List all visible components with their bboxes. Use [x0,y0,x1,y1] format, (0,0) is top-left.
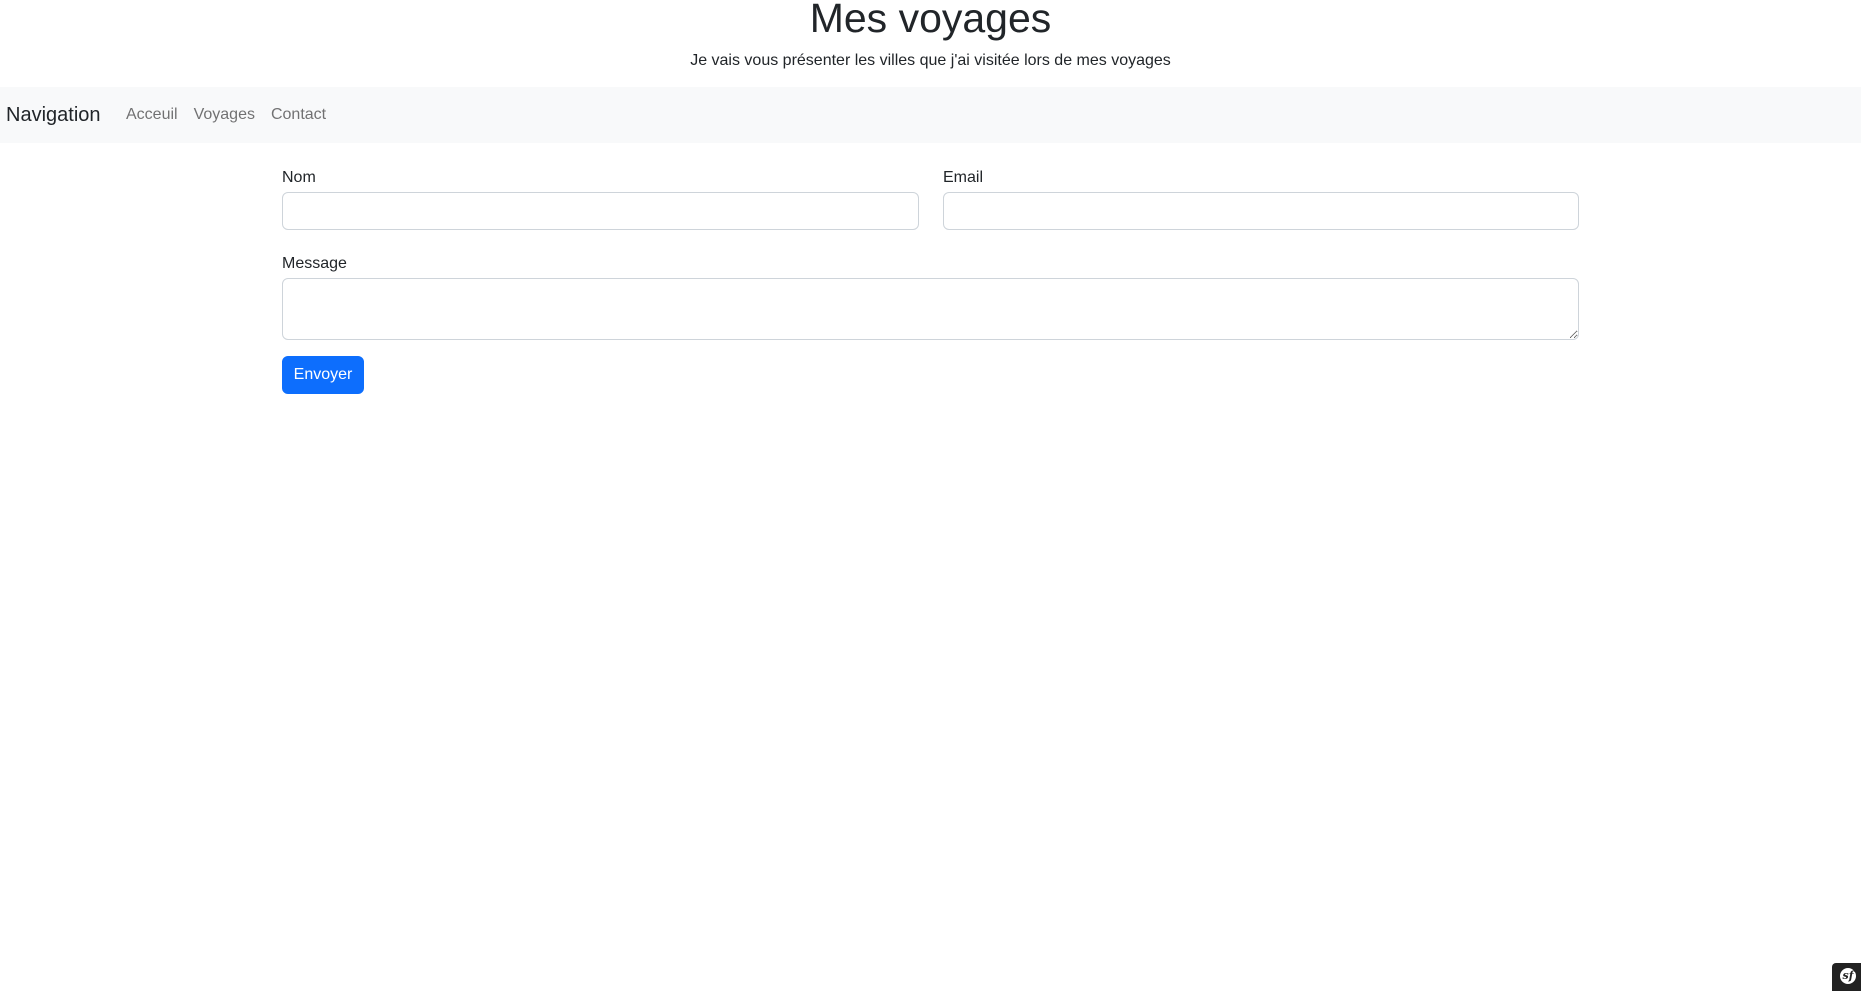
message-label: Message [282,255,347,272]
page-header: Mes voyages Je vais vous présenter les v… [0,0,1861,87]
nav-link-voyages[interactable]: Voyages [194,104,255,126]
page-subtitle: Je vais vous présenter les villes que j'… [690,52,1171,69]
email-field[interactable] [943,192,1579,230]
navbar-brand[interactable]: Navigation [6,101,101,129]
message-field[interactable] [282,278,1579,340]
page: Mes voyages Je vais vous présenter les v… [0,0,1861,991]
email-label: Email [943,169,984,186]
page-title: Mes voyages [809,0,1052,41]
nav-link-acceuil[interactable]: Acceuil [126,104,178,126]
nav-link-contact[interactable]: Contact [271,104,326,126]
nom-label: Nom [282,169,316,186]
navbar: Navigation Acceuil Voyages Contact [0,87,1861,143]
symfony-logo-icon: sf [1840,968,1856,984]
debug-toolbar-toggle[interactable]: sf [1832,963,1861,991]
nom-field[interactable] [282,192,919,230]
nav-links: Acceuil Voyages Contact [126,104,326,126]
submit-button[interactable]: Envoyer [282,356,364,394]
